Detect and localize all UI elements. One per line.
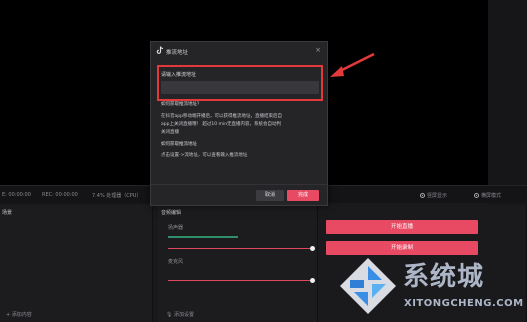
dialog-title: 推流地址 [166, 50, 189, 56]
speaker-volume-fill [168, 248, 314, 249]
speaker-volume-knob[interactable] [310, 246, 315, 251]
speaker-label: 扬声器 [168, 225, 184, 231]
radio-landscape[interactable]: 横屏模式 [474, 192, 501, 199]
stream-url-input[interactable] [161, 81, 319, 94]
stream-url-dialog: 推流地址 × 请输入推流地址 如何获取推流地址？ 在抖音app移动端开播后，可以… [150, 41, 328, 206]
app-window: E: 00:00:00 REC: 00:00:00 7.4% 处理器（CPU） … [0, 0, 527, 322]
cancel-button[interactable]: 取消 [256, 190, 284, 201]
douyin-logo-icon [156, 46, 164, 54]
audio-settings-button[interactable]: 🎙 添加设置 [166, 311, 194, 318]
radio-portrait[interactable]: 竖屏显示 [420, 192, 447, 199]
cpu-usage: 7.4% 处理器（CPU） [92, 193, 142, 199]
help-line-2: app上关闭直播哦！ 超过10 min无直播内容，系统会自动判 [161, 122, 282, 127]
stream-url-label: 请输入推流地址 [161, 72, 197, 78]
audio-title: 音频编辑 [161, 210, 182, 216]
help-line-3: 关闭直播 [161, 130, 179, 135]
watermark-brand: 系统城 [403, 262, 485, 292]
help-title-2: 如何获取推流地址 [161, 142, 197, 147]
start-live-button[interactable]: 开始直播 [326, 220, 478, 234]
scenes-panel: 场景 + 添加内容 [0, 205, 153, 322]
speaker-meter [168, 236, 238, 238]
radio-icon [420, 193, 425, 198]
mic-volume-fill [168, 280, 314, 281]
microphone-icon: 🎙 [166, 312, 173, 318]
help-line-4: 点击设置->流地址，可以查看输入推流地址 [161, 153, 248, 158]
confirm-button[interactable]: 完成 [287, 190, 319, 201]
help-line-1: 在抖音app移动端开播后，可以获得推流地址，直播结束后自 [161, 114, 282, 119]
rec-timer: REC: 00:00:00 [42, 192, 78, 198]
radio-icon [474, 193, 479, 198]
mic-label: 麦克风 [168, 259, 184, 265]
close-icon[interactable]: × [315, 47, 321, 54]
annotation-arrow-icon [330, 52, 375, 77]
add-content-button[interactable]: + 添加内容 [6, 311, 32, 318]
dialog-divider [151, 184, 327, 185]
left-timer: E: 00:00:00 [2, 192, 31, 198]
speaker-volume-slider[interactable] [168, 246, 315, 251]
watermark-logo-icon [340, 258, 396, 314]
mic-volume-knob[interactable] [310, 278, 315, 283]
watermark-site: XITONGCHENG.COM [404, 298, 524, 309]
right-side-strip [488, 0, 527, 210]
watermark: 系统城 XITONGCHENG.COM [336, 254, 527, 322]
help-title: 如何获取推流地址？ [161, 102, 202, 107]
start-record-button[interactable]: 开始录制 [326, 241, 478, 255]
audio-panel: 音频编辑 扬声器 麦克风 🎙 添加设置 [158, 205, 318, 322]
mic-volume-slider[interactable] [168, 278, 315, 283]
scenes-title: 场景 [2, 210, 13, 216]
